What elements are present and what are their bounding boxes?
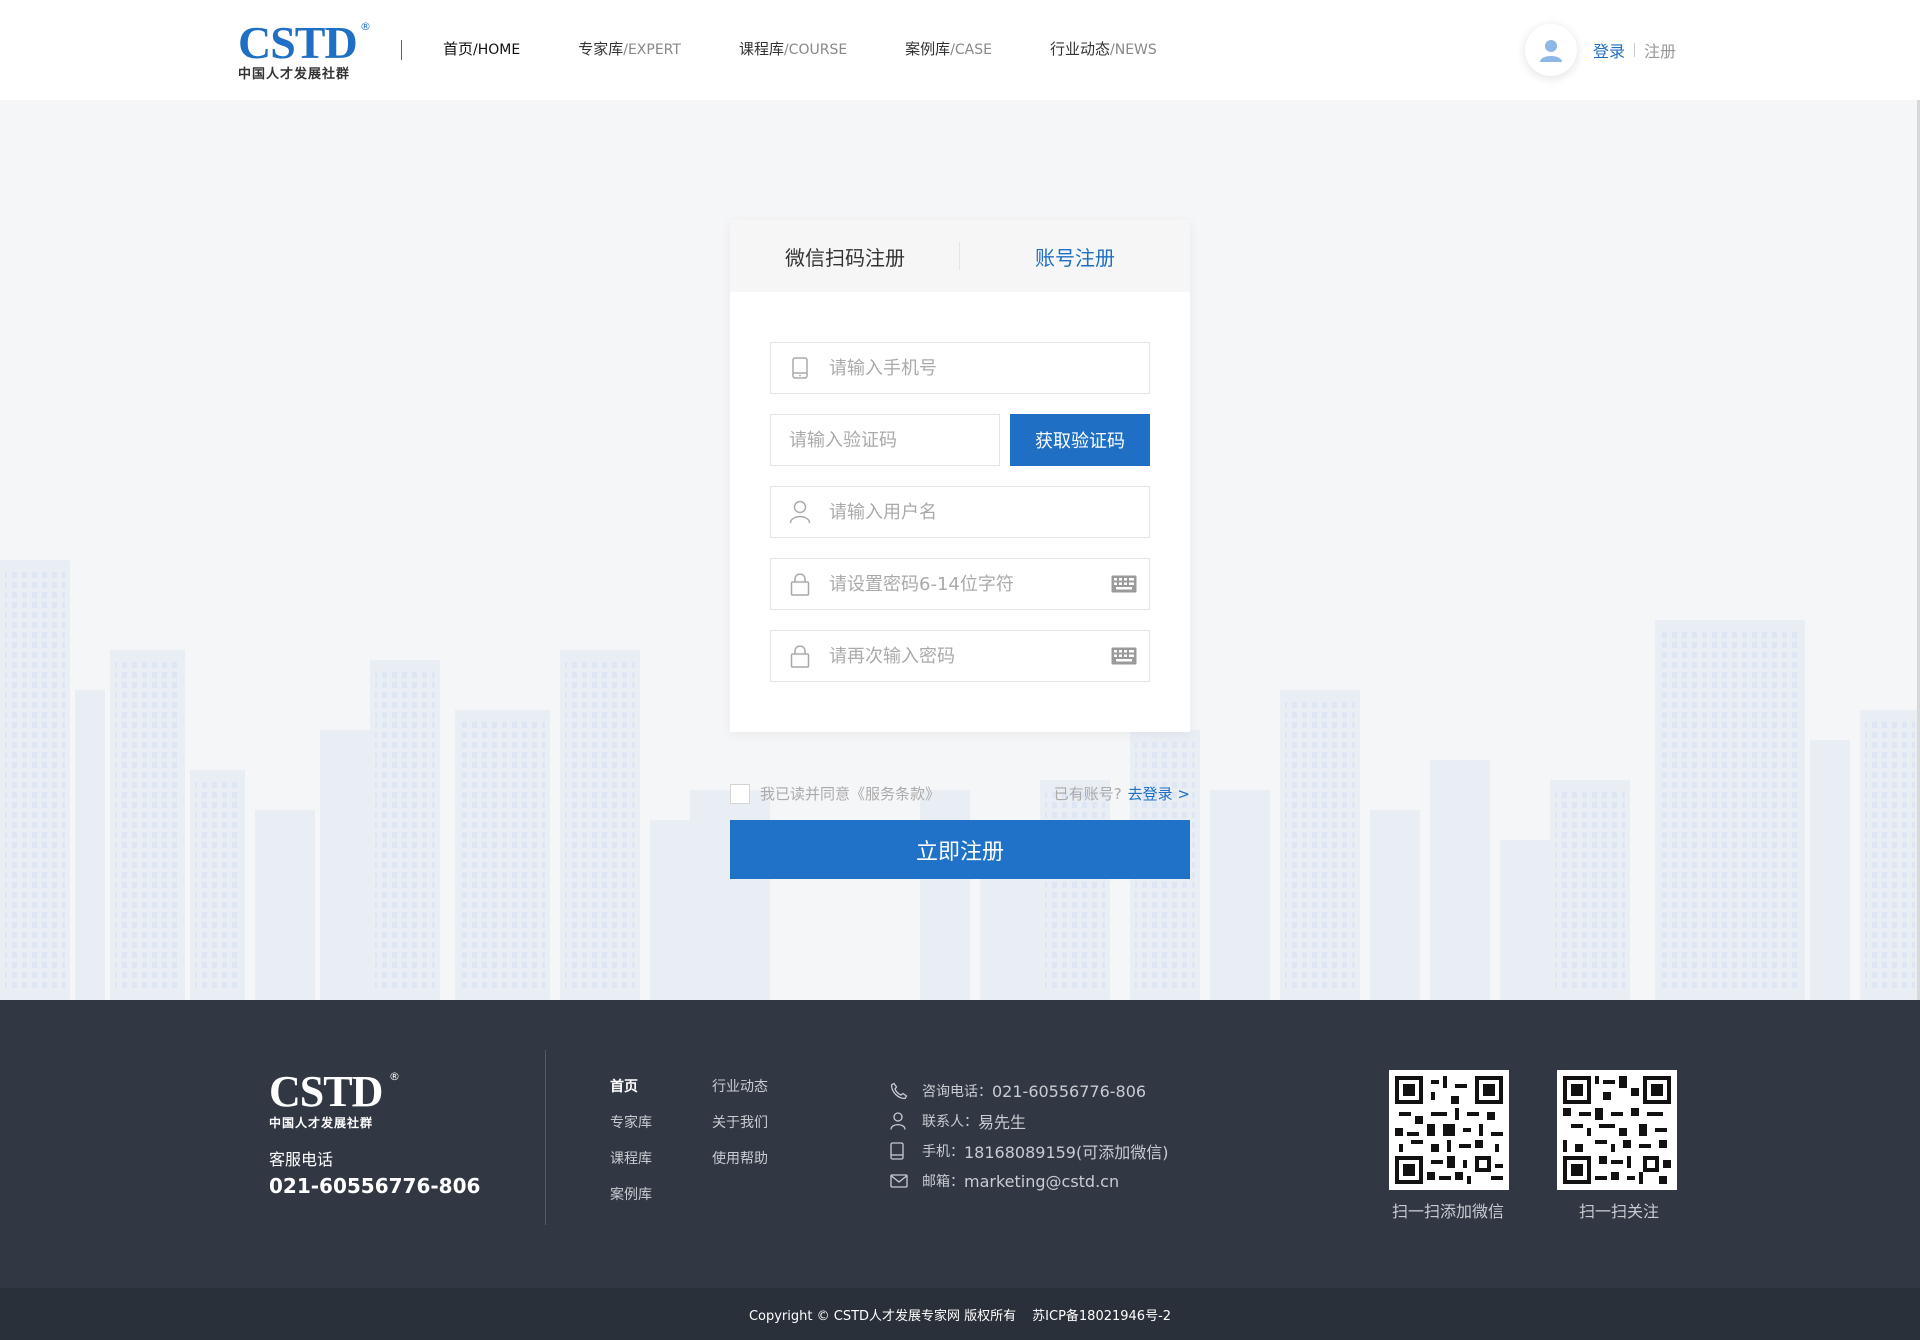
- contact-person-value: 易先生: [978, 1113, 1027, 1132]
- get-code-button[interactable]: 获取验证码: [1010, 414, 1150, 466]
- avatar[interactable]: [1525, 24, 1577, 76]
- service-phone-label: 客服电话: [269, 1150, 334, 1169]
- mail-icon: [890, 1174, 922, 1188]
- tab-wechat-register[interactable]: 微信扫码注册: [730, 242, 960, 271]
- qr-code-wechat: [1389, 1070, 1509, 1190]
- nav-home[interactable]: 首页/HOME: [443, 38, 520, 59]
- qr-code-follow: [1557, 1070, 1677, 1190]
- logo-registered-mark: ®: [360, 20, 371, 33]
- nav-home-cn: 首页: [443, 40, 474, 58]
- footer-link-case[interactable]: 案例库: [610, 1186, 712, 1204]
- nav-news-cn: 行业动态: [1050, 40, 1111, 58]
- user-area: 登录 注册: [1525, 24, 1676, 76]
- footer-logo-text: CSTD: [269, 1067, 383, 1116]
- phone-icon: [890, 1082, 922, 1100]
- code-input[interactable]: [789, 429, 999, 451]
- lock-icon: [771, 572, 829, 596]
- footer-logo-registered-mark: ®: [389, 1070, 400, 1083]
- contact-phone-label: 咨询电话：: [922, 1084, 992, 1100]
- footer-contact: 咨询电话： 021-60556776-806 联系人： 易先生 手机： 1816…: [890, 1076, 1168, 1196]
- footer-logo-subtitle: 中国人才发展社群: [269, 1116, 374, 1130]
- nav-case-cn: 案例库: [905, 40, 951, 58]
- contact-mobile-value: 18168089159(可添加微信): [964, 1143, 1169, 1162]
- person-icon: [890, 1112, 922, 1130]
- footer-link-home[interactable]: 首页: [610, 1078, 712, 1096]
- contact-mail-label: 邮箱：: [922, 1174, 964, 1190]
- footer-divider: [545, 1050, 546, 1225]
- icp-number[interactable]: 苏ICP备18021946号-2: [1032, 1305, 1171, 1324]
- contact-mobile-row: 手机： 18168089159(可添加微信): [890, 1136, 1168, 1166]
- footer-link-about[interactable]: 关于我们: [712, 1114, 792, 1132]
- main-nav: 首页/HOME 专家库/EXPERT 课程库/COURSE 案例库/CASE 行…: [443, 38, 1215, 59]
- footer-logo[interactable]: CSTD ® 中国人才发展社群: [269, 1067, 400, 1131]
- nav-case-en: /CASE: [950, 42, 992, 58]
- nav-course[interactable]: 课程库/COURSE: [739, 38, 847, 59]
- copyright-text: Copyright © CSTD人才发展专家网 版权所有: [748, 1308, 1017, 1324]
- phone-field: [770, 342, 1150, 394]
- register-card: 微信扫码注册 账号注册 获取验证码: [730, 220, 1190, 732]
- contact-mobile-label: 手机：: [922, 1144, 964, 1160]
- service-phone: 021-60556776-806: [269, 1174, 481, 1198]
- register-link[interactable]: 注册: [1644, 38, 1676, 62]
- nav-news[interactable]: 行业动态/NEWS: [1050, 38, 1157, 59]
- nav-case[interactable]: 案例库/CASE: [905, 38, 992, 59]
- keyboard-icon[interactable]: [1099, 647, 1149, 665]
- qr-caption-follow: 扫一扫关注: [1579, 1202, 1660, 1221]
- qr-code-follow-image: [1563, 1076, 1671, 1184]
- confirm-password-input[interactable]: [829, 645, 1099, 667]
- nav-news-en: /NEWS: [1110, 42, 1157, 58]
- register-tabs: 微信扫码注册 账号注册: [730, 220, 1190, 292]
- username-field: [770, 486, 1150, 538]
- login-link[interactable]: 登录: [1593, 38, 1625, 62]
- keyboard-icon[interactable]: [1099, 575, 1149, 593]
- footer-link-news[interactable]: 行业动态: [712, 1078, 792, 1096]
- go-login-link[interactable]: 去登录 >: [1128, 783, 1190, 804]
- qr-code-wechat-image: [1395, 1076, 1503, 1184]
- person-icon: [771, 500, 829, 524]
- contact-phone-value: 021-60556776-806: [992, 1081, 1147, 1101]
- tab-separator: [959, 242, 960, 270]
- top-header: CSTD ® 中国人才发展社群 首页/HOME 专家库/EXPERT 课程库/C…: [0, 0, 1920, 100]
- footer-link-help[interactable]: 使用帮助: [712, 1150, 792, 1168]
- mobile-icon: [771, 357, 829, 379]
- agree-text[interactable]: 我已读并同意《服务条款》: [760, 783, 940, 804]
- logo-subtitle: 中国人才发展社群: [238, 67, 351, 82]
- footer-link-course[interactable]: 课程库: [610, 1150, 712, 1168]
- footer: CSTD ® 中国人才发展社群 客服电话 021-60556776-806 首页…: [0, 1000, 1920, 1288]
- user-icon: [1540, 40, 1562, 62]
- footer-links: 首页 行业动态 专家库 关于我们 课程库 使用帮助 案例库: [610, 1078, 792, 1204]
- copyright-bar: Copyright © CSTD人才发展专家网 版权所有 苏ICP备180219…: [0, 1288, 1920, 1340]
- logo-text: CSTD: [238, 17, 358, 68]
- lock-icon: [771, 644, 829, 668]
- nav-course-cn: 课程库: [738, 40, 784, 58]
- agreement-row: 我已读并同意《服务条款》 已有账号? 去登录 >: [730, 783, 1190, 804]
- logo-divider: [401, 40, 402, 60]
- qr-caption-wechat: 扫一扫添加微信: [1392, 1202, 1505, 1221]
- nav-home-en: /HOME: [473, 42, 521, 58]
- link-separator: [1634, 43, 1636, 57]
- code-field: [770, 414, 1000, 466]
- footer-link-expert[interactable]: 专家库: [610, 1114, 712, 1132]
- username-input[interactable]: [829, 501, 1149, 523]
- phone-input[interactable]: [829, 357, 1149, 379]
- confirm-password-field: [770, 630, 1150, 682]
- nav-course-en: /COURSE: [783, 42, 848, 58]
- register-submit-button[interactable]: 立即注册: [730, 820, 1190, 879]
- contact-mail-row: 邮箱： marketing@cstd.cn: [890, 1166, 1168, 1196]
- have-account-text: 已有账号?: [1053, 785, 1122, 803]
- password-input[interactable]: [829, 573, 1099, 595]
- cstd-logo[interactable]: CSTD ® 中国人才发展社群: [238, 17, 371, 84]
- nav-expert-cn: 专家库: [578, 40, 624, 58]
- tab-account-register[interactable]: 账号注册: [960, 242, 1190, 271]
- contact-phone-row: 咨询电话： 021-60556776-806: [890, 1076, 1168, 1106]
- nav-expert-en: /EXPERT: [623, 42, 681, 58]
- contact-mail-value: marketing@cstd.cn: [964, 1171, 1120, 1191]
- nav-expert[interactable]: 专家库/EXPERT: [578, 38, 681, 59]
- password-field: [770, 558, 1150, 610]
- mobile-icon: [890, 1142, 922, 1160]
- contact-person-row: 联系人： 易先生: [890, 1106, 1168, 1136]
- contact-person-label: 联系人：: [922, 1114, 978, 1130]
- agree-checkbox[interactable]: [730, 783, 750, 804]
